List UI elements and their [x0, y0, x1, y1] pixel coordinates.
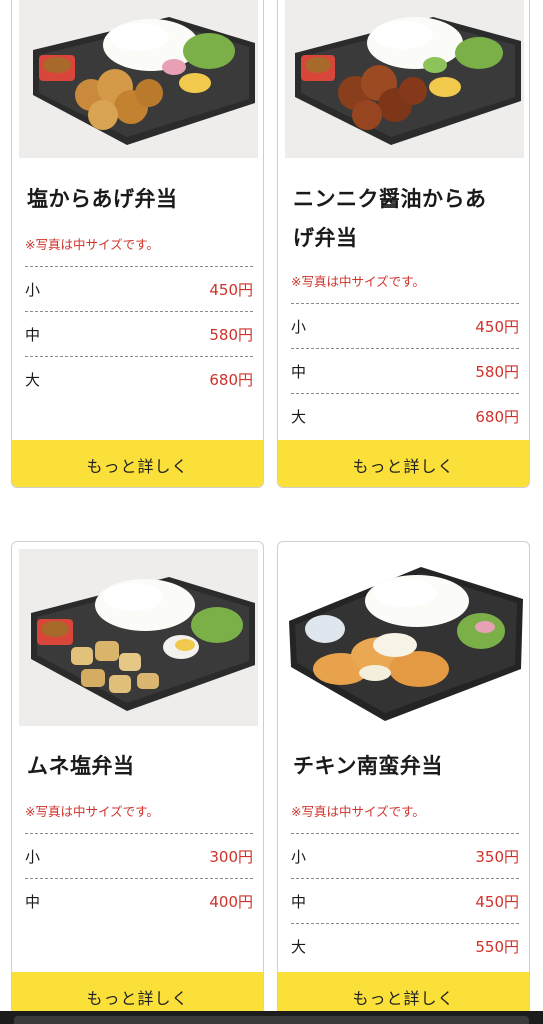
- price-value: 580円: [209, 325, 253, 344]
- photo-size-note: ※写真は中サイズです。: [291, 804, 425, 819]
- price-value: 450円: [475, 317, 519, 336]
- price-row: 大 550円: [291, 923, 519, 968]
- price-value: 450円: [209, 280, 253, 299]
- price-table: 小 300円 中 400円: [25, 833, 253, 923]
- price-row: 小 450円: [25, 266, 253, 311]
- price-table: 小 350円 中 450円 大 550円: [291, 833, 519, 968]
- price-value: 550円: [475, 937, 519, 956]
- product-card: 塩からあげ弁当 ※写真は中サイズです。 小 450円 中 580円 大 680円…: [11, 0, 264, 488]
- bottom-navigation-bar: [0, 1011, 543, 1024]
- product-title: ニンニク醤油からあ げ弁当: [293, 180, 521, 258]
- size-label: 中: [291, 362, 307, 381]
- size-label: 小: [291, 847, 307, 866]
- price-table: 小 450円 中 580円 大 680円: [291, 303, 519, 438]
- product-card: ニンニク醤油からあ げ弁当 ※写真は中サイズです。 小 450円 中 580円 …: [277, 0, 530, 488]
- photo-size-note: ※写真は中サイズです。: [25, 804, 159, 819]
- price-row: 大 680円: [291, 393, 519, 438]
- product-card: チキン南蛮弁当 ※写真は中サイズです。 小 350円 中 450円 大 550円…: [277, 541, 530, 1021]
- price-value: 400円: [209, 892, 253, 911]
- product-title-line: げ弁当: [293, 226, 358, 250]
- more-details-button[interactable]: もっと詳しく: [278, 440, 529, 487]
- bento-photo[interactable]: [285, 549, 524, 726]
- price-value: 450円: [475, 892, 519, 911]
- size-label: 中: [25, 325, 41, 344]
- bento-photo[interactable]: [285, 0, 524, 158]
- bento-photo[interactable]: [19, 549, 258, 726]
- product-title: 塩からあげ弁当: [27, 187, 178, 211]
- price-value: 350円: [475, 847, 519, 866]
- more-details-button[interactable]: もっと詳しく: [12, 440, 263, 487]
- product-card: ムネ塩弁当 ※写真は中サイズです。 小 300円 中 400円 もっと詳しく: [11, 541, 264, 1021]
- price-row: 中 580円: [291, 348, 519, 393]
- photo-size-note: ※写真は中サイズです。: [25, 237, 159, 252]
- size-label: 小: [25, 847, 41, 866]
- price-row: 中 400円: [25, 878, 253, 923]
- price-row: 中 580円: [25, 311, 253, 356]
- price-row: 小 350円: [291, 833, 519, 878]
- size-label: 小: [25, 280, 41, 299]
- price-value: 680円: [209, 370, 253, 389]
- size-label: 中: [25, 892, 41, 911]
- price-table: 小 450円 中 580円 大 680円: [25, 266, 253, 401]
- product-title: チキン南蛮弁当: [293, 754, 443, 778]
- size-label: 中: [291, 892, 307, 911]
- size-label: 大: [291, 407, 307, 426]
- size-label: 小: [291, 317, 307, 336]
- bottom-bar-handle[interactable]: [14, 1016, 529, 1024]
- price-value: 680円: [475, 407, 519, 426]
- price-value: 580円: [475, 362, 519, 381]
- price-value: 300円: [209, 847, 253, 866]
- product-title: ムネ塩弁当: [27, 754, 135, 778]
- size-label: 大: [291, 937, 307, 956]
- price-row: 小 300円: [25, 833, 253, 878]
- size-label: 大: [25, 370, 41, 389]
- price-row: 中 450円: [291, 878, 519, 923]
- photo-size-note: ※写真は中サイズです。: [291, 274, 425, 289]
- product-title-line: ニンニク醤油からあ: [293, 187, 487, 211]
- price-row: 大 680円: [25, 356, 253, 401]
- bento-photo[interactable]: [19, 0, 258, 158]
- price-row: 小 450円: [291, 303, 519, 348]
